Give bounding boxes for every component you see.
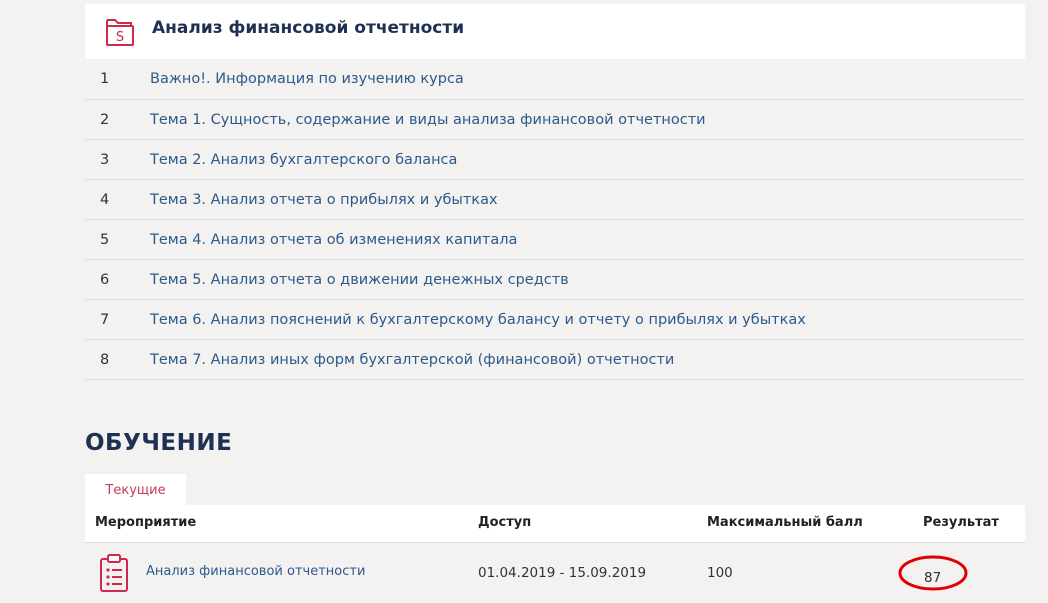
topic-number: 3 <box>100 151 110 168</box>
list-item: 3 Тема 2. Анализ бухгалтерского баланса <box>85 140 1025 180</box>
column-header-event: Мероприятие <box>95 515 197 530</box>
course-header: S Анализ финансовой отчетности <box>85 4 1025 59</box>
column-header-result: Результат <box>923 515 999 530</box>
topic-number: 6 <box>100 271 110 288</box>
column-header-access: Доступ <box>478 515 532 530</box>
result-cell: 87 <box>897 553 969 591</box>
event-link[interactable]: Анализ финансовой отчетности <box>146 564 365 579</box>
topic-link[interactable]: Важно!. Информация по изучению курса <box>150 71 464 87</box>
table-row: Анализ финансовой отчетности 01.04.2019 … <box>85 543 1025 603</box>
result-value: 87 <box>924 570 942 586</box>
list-item: 2 Тема 1. Сущность, содержание и виды ан… <box>85 100 1025 140</box>
topic-link[interactable]: Тема 7. Анализ иных форм бухгалтерской (… <box>150 352 674 368</box>
list-item: 7 Тема 6. Анализ пояснений к бухгалтерск… <box>85 300 1025 340</box>
topics-list: 1 Важно!. Информация по изучению курса 2… <box>85 59 1025 380</box>
access-dates: 01.04.2019 - 15.09.2019 <box>478 565 647 581</box>
list-item: 5 Тема 4. Анализ отчета об изменениях ка… <box>85 220 1025 260</box>
topic-link[interactable]: Тема 1. Сущность, содержание и виды анал… <box>150 112 706 128</box>
topic-number: 1 <box>100 71 110 87</box>
topic-link[interactable]: Тема 6. Анализ пояснений к бухгалтерском… <box>150 312 806 328</box>
topic-number: 2 <box>100 111 110 128</box>
list-item: 4 Тема 3. Анализ отчета о прибылях и убы… <box>85 180 1025 220</box>
tab-current[interactable]: Текущие <box>85 474 186 507</box>
course-s-icon: S <box>103 14 137 48</box>
topic-link[interactable]: Тема 2. Анализ бухгалтерского баланса <box>150 152 457 168</box>
max-score: 100 <box>707 565 733 581</box>
topic-number: 8 <box>100 351 110 368</box>
topic-link[interactable]: Тема 4. Анализ отчета об изменениях капи… <box>150 232 517 248</box>
topic-link[interactable]: Тема 3. Анализ отчета о прибылях и убытк… <box>150 192 498 208</box>
table-header: Мероприятие Доступ Максимальный балл Рез… <box>85 505 1025 543</box>
list-item: 8 Тема 7. Анализ иных форм бухгалтерской… <box>85 340 1025 380</box>
learning-table: Мероприятие Доступ Максимальный балл Рез… <box>85 505 1025 603</box>
column-header-max-score: Максимальный балл <box>707 515 863 530</box>
section-title: ОБУЧЕНИЕ <box>85 430 233 456</box>
list-item: 1 Важно!. Информация по изучению курса <box>85 59 1025 100</box>
topic-number: 7 <box>100 311 110 328</box>
svg-text:S: S <box>116 30 124 45</box>
list-item: 6 Тема 5. Анализ отчета о движении денеж… <box>85 260 1025 300</box>
topic-link[interactable]: Тема 5. Анализ отчета о движении денежны… <box>150 272 569 288</box>
clipboard-list-icon <box>98 553 130 593</box>
topic-number: 4 <box>100 191 110 208</box>
topic-number: 5 <box>100 231 110 248</box>
course-title: Анализ финансовой отчетности <box>152 18 465 38</box>
